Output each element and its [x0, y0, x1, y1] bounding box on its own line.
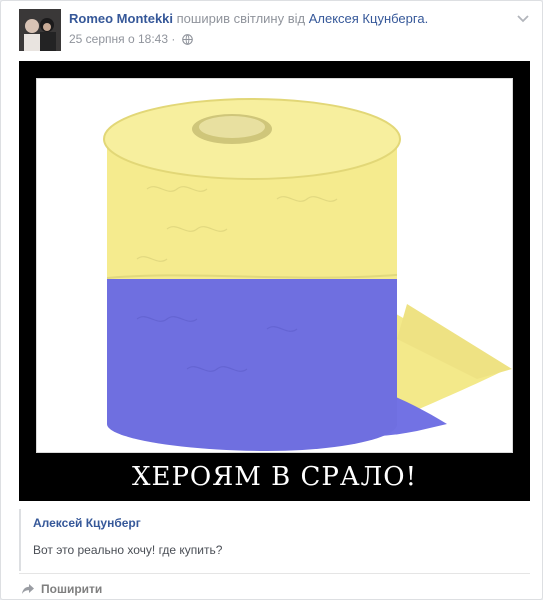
source-profile-link[interactable]: Алексея Кцунберга.	[309, 11, 428, 26]
meta-separator: ·	[171, 32, 176, 46]
shared-photo[interactable]: ХЕРОЯМ В СРАЛО!	[19, 61, 530, 501]
post-card: Romeo Montekki поширив світлину від Алек…	[0, 0, 543, 600]
globe-icon[interactable]	[181, 34, 193, 45]
timestamp-link[interactable]: 25 серпня о 18:43	[69, 32, 168, 46]
original-post-text: Вот это реально хочу! где купить?	[33, 543, 223, 557]
chevron-down-icon[interactable]	[516, 11, 530, 25]
toilet-paper-roll-illustration	[37, 79, 512, 452]
image-caption: ХЕРОЯМ В СРАЛО!	[131, 462, 418, 492]
action-divider	[19, 573, 530, 574]
post-header: Romeo Montekki поширив світлину від Алек…	[19, 9, 532, 53]
original-post-attachment: Алексей Кцунберг Вот это реально хочу! г…	[19, 509, 530, 571]
original-author-link[interactable]: Алексей Кцунберг	[33, 516, 141, 530]
avatar[interactable]	[19, 9, 61, 51]
post-action-text: поширив світлину від	[176, 11, 306, 26]
post-headline: Romeo Montekki поширив світлину від Алек…	[69, 11, 428, 26]
avatar-photo	[19, 9, 61, 51]
share-button[interactable]: Поширити	[21, 582, 102, 596]
share-arrow-icon	[22, 584, 34, 594]
share-label: Поширити	[41, 582, 103, 596]
toilet-paper-image	[36, 78, 513, 453]
post-meta: 25 серпня о 18:43 ·	[69, 32, 193, 46]
actor-name-link[interactable]: Romeo Montekki	[69, 11, 173, 26]
